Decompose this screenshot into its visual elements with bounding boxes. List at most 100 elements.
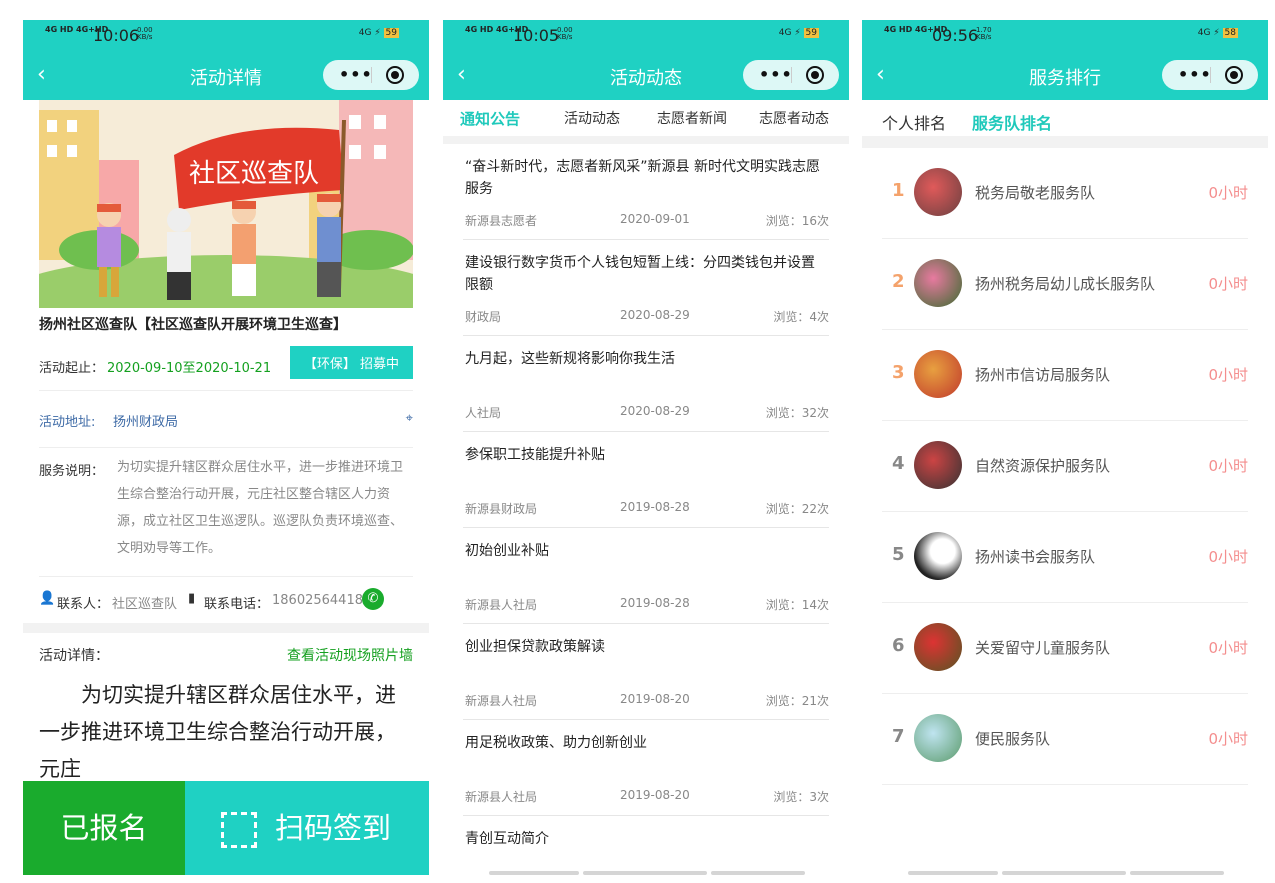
team-avatar <box>914 168 962 216</box>
recruit-status-badge[interactable]: 【环保】 招募中 <box>289 346 413 379</box>
rank-row[interactable]: 1 税务局敬老服务队 0小时 <box>882 148 1248 239</box>
close-target-icon[interactable] <box>806 66 824 84</box>
capsule-divider <box>371 67 372 83</box>
tab-volunteer-updates[interactable]: 志愿者动态 <box>759 108 829 128</box>
team-name: 扬州读书会服务队 <box>975 548 1096 566</box>
team-avatar <box>914 441 962 489</box>
scan-icon <box>221 812 257 848</box>
activity-title: 扬州社区巡查队【社区巡查队开展环境卫生巡查】 <box>39 317 347 333</box>
service-hours: 0小时 <box>1208 184 1248 202</box>
tab-activity-news[interactable]: 活动动态 <box>564 108 620 128</box>
scan-checkin-button[interactable]: 扫码签到 <box>185 781 429 875</box>
news-views: 浏览：3次 <box>773 790 829 804</box>
activity-address-row[interactable]: 活动地址: 扬州财政局 ⌖ <box>39 391 413 448</box>
news-date: 2020-09-01 <box>620 212 690 226</box>
battery-level: 59 <box>803 28 819 38</box>
rank-row[interactable]: 5 扬州读书会服务队 0小时 <box>882 512 1248 603</box>
section-divider <box>23 623 429 633</box>
tab-volunteer-news[interactable]: 志愿者新闻 <box>657 108 727 128</box>
tab-team-ranking[interactable]: 服务队排名 <box>972 110 1052 134</box>
signed-up-button[interactable]: 已报名 <box>23 781 185 875</box>
news-source: 新源县人社局 <box>465 598 538 612</box>
news-item[interactable]: 参保职工技能提升补贴 新源县财政局 2019-08-28 浏览：22次 <box>463 432 829 528</box>
news-source: 新源县人社局 <box>465 790 538 804</box>
status-time: 10:05 <box>513 26 560 45</box>
news-item[interactable]: 初始创业补贴 新源县人社局 2019-08-28 浏览：14次 <box>463 528 829 624</box>
team-avatar <box>914 350 962 398</box>
location-pin-icon[interactable]: ⌖ <box>406 411 413 426</box>
rank-row[interactable]: 7 便民服务队 0小时 <box>882 694 1248 785</box>
rank-row[interactable]: 6 关爱留守儿童服务队 0小时 <box>882 603 1248 694</box>
team-name: 扬州市信访局服务队 <box>975 366 1111 384</box>
service-hours: 0小时 <box>1208 639 1248 657</box>
close-target-icon[interactable] <box>1225 66 1243 84</box>
service-hours: 0小时 <box>1208 275 1248 293</box>
detail-label: 活动详情： <box>39 648 109 664</box>
mini-program-capsule[interactable]: ••• <box>743 60 839 90</box>
period-value: 2020-09-10至2020-10-21 <box>107 361 272 376</box>
team-name: 便民服务队 <box>975 730 1051 748</box>
news-date: 2019-08-28 <box>620 500 690 514</box>
news-views: 浏览：4次 <box>773 310 829 324</box>
news-date: 2019-08-20 <box>620 788 690 802</box>
contact-label: 联系人： <box>57 597 110 612</box>
rank-row[interactable]: 3 扬州市信访局服务队 0小时 <box>882 330 1248 421</box>
close-target-icon[interactable] <box>386 66 404 84</box>
contact-value: 社区巡查队 <box>112 597 178 612</box>
news-date: 2020-08-29 <box>620 404 690 418</box>
tab-personal-ranking[interactable]: 个人排名 <box>882 110 946 134</box>
screen-service-ranking: 4G HD 4G+HD 09:56 1.70 KB/s 4G ⚡ 58 ‹ 服务… <box>862 20 1268 875</box>
news-views: 浏览：16次 <box>765 214 829 228</box>
news-item[interactable]: 创业担保贷款政策解读 新源县人社局 2019-08-20 浏览：21次 <box>463 624 829 720</box>
news-item[interactable]: 九月起，这些新规将影响你我生活 人社局 2020-08-29 浏览：32次 <box>463 336 829 432</box>
news-item[interactable]: “奋斗新时代，志愿者新风采”新源县 新时代文明实践志愿服务 新源县志愿者 202… <box>463 144 829 240</box>
scroll-indicator <box>1002 871 1126 875</box>
activity-period-row: 活动起止： 2020-09-10至2020-10-21 【环保】 招募中 <box>39 340 413 391</box>
news-date: 2020-08-29 <box>620 308 690 322</box>
desc-label: 服务说明： <box>39 464 105 479</box>
network-speed: 0.00 KB/s <box>137 26 153 41</box>
team-avatar <box>914 532 962 580</box>
activity-detail-header: 活动详情： 查看活动现场照片墙 <box>39 633 413 677</box>
mini-program-capsule[interactable]: ••• <box>1162 60 1258 90</box>
news-views: 浏览：32次 <box>765 406 829 420</box>
more-icon[interactable]: ••• <box>339 65 373 84</box>
phone-value: 18602564418 <box>272 593 363 608</box>
more-icon[interactable]: ••• <box>1178 65 1212 84</box>
section-divider <box>443 136 849 144</box>
scan-checkin-label: 扫码签到 <box>275 811 392 845</box>
ranking-tab-bar: 个人排名 服务队排名 <box>862 100 1268 136</box>
activity-banner-image: 社区巡查队 <box>39 100 413 308</box>
photo-wall-link[interactable]: 查看活动现场照片墙 <box>287 645 413 665</box>
news-item[interactable]: 建设银行数字货币个人钱包短暂上线：分四类钱包并设置限额 财政局 2020-08-… <box>463 240 829 336</box>
news-source: 新源县志愿者 <box>465 214 538 228</box>
capsule-divider <box>1210 67 1211 83</box>
news-item[interactable]: 用足税收政策、助力创新创业 新源县人社局 2019-08-20 浏览：3次 <box>463 720 829 816</box>
status-bar: 4G HD 4G+HD 09:56 1.70 KB/s 4G ⚡ 58 <box>862 20 1268 50</box>
more-icon[interactable]: ••• <box>759 65 793 84</box>
screen-activity-news: 4G HD 4G+HD 10:05 0.00 KB/s 4G ⚡ 59 ‹ 活动… <box>443 20 849 875</box>
rank-row[interactable]: 4 自然资源保护服务队 0小时 <box>882 421 1248 512</box>
rank-row[interactable]: 2 扬州税务局幼儿成长服务队 0小时 <box>882 239 1248 330</box>
scroll-indicator <box>1130 871 1224 875</box>
news-source: 财政局 <box>465 310 502 324</box>
news-views: 浏览：22次 <box>765 502 829 516</box>
tab-notices[interactable]: 通知公告 <box>460 108 520 129</box>
news-source: 人社局 <box>465 406 502 420</box>
news-title: 建设银行数字货币个人钱包短暂上线：分四类钱包并设置限额 <box>465 255 815 293</box>
status-time: 09:56 <box>932 26 979 45</box>
network-speed: 0.00 KB/s <box>557 26 573 41</box>
battery-level: 59 <box>383 28 399 38</box>
news-item[interactable]: 青创互动简介 <box>463 816 829 875</box>
rank-number: 5 <box>892 544 905 565</box>
nav-bar: ‹ 服务排行 ••• <box>862 50 1268 100</box>
mini-program-capsule[interactable]: ••• <box>323 60 419 90</box>
address-label: 活动地址: <box>39 415 96 430</box>
news-views: 浏览：14次 <box>765 598 829 612</box>
rank-number: 3 <box>892 362 905 383</box>
rank-number: 6 <box>892 635 905 656</box>
news-title: 用足税收政策、助力创新创业 <box>465 735 647 751</box>
team-name: 自然资源保护服务队 <box>975 457 1111 475</box>
news-title: “奋斗新时代，志愿者新风采”新源县 新时代文明实践志愿服务 <box>465 159 820 197</box>
phone-call-icon[interactable]: ✆ <box>362 588 384 610</box>
